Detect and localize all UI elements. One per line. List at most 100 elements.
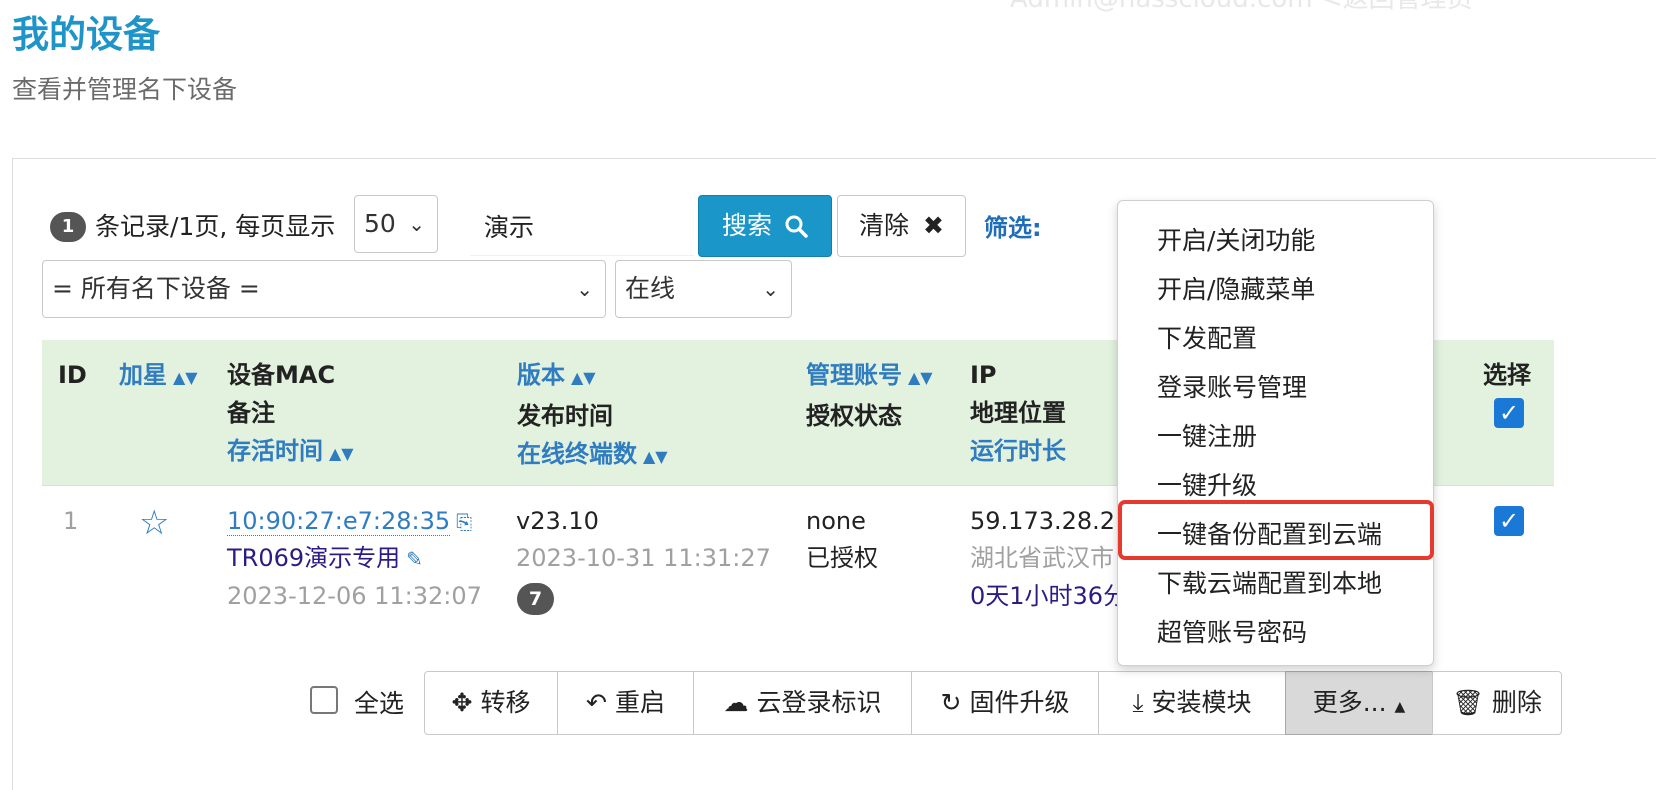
- filter-label: 筛选:: [984, 214, 1042, 242]
- col-version-label: 版本: [517, 361, 565, 389]
- col-mac-label: 设备MAC: [227, 361, 336, 389]
- sort-icon: ▲▼: [643, 447, 668, 466]
- menu-item-download-cloud-config[interactable]: 下载云端配置到本地: [1157, 564, 1382, 600]
- firmware-upgrade-label: 固件升级: [969, 688, 1070, 717]
- cloud-login-tag-button[interactable]: ☁ 云登录标识: [693, 671, 912, 735]
- col-star-label: 加星: [119, 361, 167, 389]
- col-version-sort[interactable]: 版本 ▲▼: [517, 356, 668, 397]
- admin-account: none: [806, 507, 866, 535]
- star-icon[interactable]: ☆: [139, 503, 169, 543]
- reply-icon: ↶: [586, 688, 607, 717]
- select-all-label: 全选: [354, 689, 405, 718]
- menu-item-push-config[interactable]: 下发配置: [1157, 319, 1257, 355]
- col-location-label: 地理位置: [970, 399, 1066, 427]
- col-ip: IP 地理位置 运行时长: [970, 356, 1066, 470]
- col-id: ID: [58, 361, 87, 389]
- auth-status: 已授权: [806, 544, 878, 572]
- col-admin: 管理账号 ▲▼ 授权状态: [806, 356, 933, 435]
- page-title: 我的设备: [12, 13, 160, 56]
- chevron-down-icon: ⌄: [408, 212, 425, 236]
- col-select-label: 选择: [1483, 361, 1531, 389]
- install-module-label: 安装模块: [1151, 688, 1252, 717]
- record-count-badge: 1: [50, 212, 86, 242]
- device-uptime: 0天1小时36分: [970, 582, 1128, 610]
- reboot-button[interactable]: ↶ 重启: [557, 671, 694, 735]
- firmware-upgrade-button[interactable]: ↻ 固件升级: [911, 671, 1099, 735]
- edit-icon[interactable]: ✎: [406, 547, 423, 571]
- copy-icon[interactable]: ⎘: [456, 510, 472, 534]
- menu-item-one-click-upgrade[interactable]: 一键升级: [1157, 466, 1257, 502]
- device-remark[interactable]: TR069演示专用: [227, 544, 400, 572]
- col-remark-label: 备注: [227, 399, 275, 427]
- device-mac-link[interactable]: 10:90:27:e7:28:35: [227, 507, 451, 536]
- row-select-checkbox[interactable]: ✓: [1494, 506, 1524, 536]
- clear-button[interactable]: 清除 ✖: [837, 195, 966, 257]
- admin-user-info: Admin@hasscloud.com <返回管理员: [1010, 0, 1473, 15]
- sort-icon: ▲▼: [908, 368, 933, 387]
- more-button[interactable]: 更多... ▲: [1285, 671, 1433, 735]
- refresh-icon: ↻: [940, 688, 962, 717]
- delete-button-label: 删除: [1491, 688, 1542, 717]
- row-id: 1: [63, 507, 79, 535]
- col-alive-time-label: 存活时间: [227, 437, 323, 465]
- search-icon: [785, 215, 808, 238]
- highlight-box: [1118, 500, 1434, 560]
- select-all-checkbox[interactable]: [310, 686, 338, 714]
- sort-icon: ▲▼: [329, 444, 354, 463]
- chevron-down-icon: ⌄: [762, 277, 779, 301]
- col-online-terminals-label: 在线终端数: [517, 440, 637, 468]
- col-uptime-label[interactable]: 运行时长: [970, 432, 1066, 470]
- more-actions-menu: 开启/关闭功能 开启/隐藏菜单 下发配置 登录账号管理 一键注册 一键升级 一键…: [1117, 200, 1434, 666]
- install-module-button[interactable]: ⤓ 安装模块: [1098, 671, 1286, 735]
- firmware-version: v23.10: [516, 507, 599, 535]
- transfer-button[interactable]: ✥ 转移: [424, 671, 558, 735]
- menu-item-toggle-menu[interactable]: 开启/隐藏菜单: [1157, 270, 1315, 306]
- menu-item-login-accounts[interactable]: 登录账号管理: [1157, 368, 1307, 404]
- more-button-label: 更多...: [1312, 688, 1387, 717]
- alive-time: 2023-12-06 11:32:07: [227, 582, 482, 610]
- menu-item-superadmin-password[interactable]: 超管账号密码: [1157, 613, 1307, 649]
- reboot-button-label: 重启: [614, 688, 665, 717]
- download-icon: ⤓: [1132, 688, 1144, 717]
- sort-icon: ▲▼: [571, 368, 596, 387]
- col-admin-sort[interactable]: 管理账号 ▲▼: [806, 356, 933, 397]
- online-status-value: 在线: [625, 274, 676, 303]
- device-ip: 59.173.28.21: [970, 507, 1131, 535]
- device-mac-cell: 10:90:27:e7:28:35 ⎘: [227, 502, 472, 541]
- col-admin-label: 管理账号: [806, 361, 902, 389]
- cloud-icon: ☁: [723, 688, 749, 717]
- search-button[interactable]: 搜索: [698, 195, 832, 257]
- menu-item-toggle-function[interactable]: 开启/关闭功能: [1157, 221, 1315, 257]
- chevron-down-icon: ⌄: [576, 277, 593, 301]
- device-remark-cell: TR069演示专用 ✎: [227, 539, 423, 578]
- device-scope-value: = 所有名下设备 =: [52, 274, 260, 303]
- cloud-login-tag-label: 云登录标识: [756, 688, 882, 717]
- close-icon: ✖: [923, 211, 944, 240]
- sort-icon: ▲▼: [173, 368, 198, 387]
- col-version: 版本 ▲▼ 发布时间 在线终端数 ▲▼: [517, 356, 668, 476]
- online-status-select[interactable]: 在线 ⌄: [615, 260, 792, 318]
- col-ip-label: IP: [970, 361, 997, 389]
- col-mac: 设备MAC 备注 存活时间 ▲▼: [227, 356, 354, 473]
- clear-button-label: 清除: [859, 211, 910, 240]
- col-auth-label: 授权状态: [806, 402, 902, 430]
- caret-up-icon: ▲: [1394, 699, 1406, 715]
- page-subtitle: 查看并管理名下设备: [12, 75, 238, 104]
- search-input[interactable]: [470, 196, 694, 256]
- page-size-value: 50: [364, 209, 396, 238]
- col-alive-time[interactable]: 存活时间 ▲▼: [227, 432, 354, 473]
- search-button-label: 搜索: [722, 211, 773, 240]
- device-scope-select[interactable]: = 所有名下设备 = ⌄: [42, 260, 606, 318]
- delete-button[interactable]: 🗑 删除: [1432, 671, 1562, 735]
- online-terminals-badge[interactable]: 7: [517, 583, 554, 615]
- record-count-text: 条记录/1页, 每页显示: [95, 212, 336, 241]
- move-icon: ✥: [451, 688, 473, 717]
- transfer-button-label: 转移: [480, 688, 531, 717]
- trash-icon: 🗑: [1452, 688, 1484, 717]
- col-star[interactable]: 加星 ▲▼: [119, 356, 198, 397]
- page-size-select[interactable]: 50 ⌄: [354, 195, 438, 253]
- select-all-header-checkbox[interactable]: ✓: [1494, 398, 1524, 428]
- device-location: 湖北省武汉市: [970, 544, 1114, 572]
- menu-item-one-click-register[interactable]: 一键注册: [1157, 417, 1257, 453]
- col-online-terminals[interactable]: 在线终端数 ▲▼: [517, 435, 668, 476]
